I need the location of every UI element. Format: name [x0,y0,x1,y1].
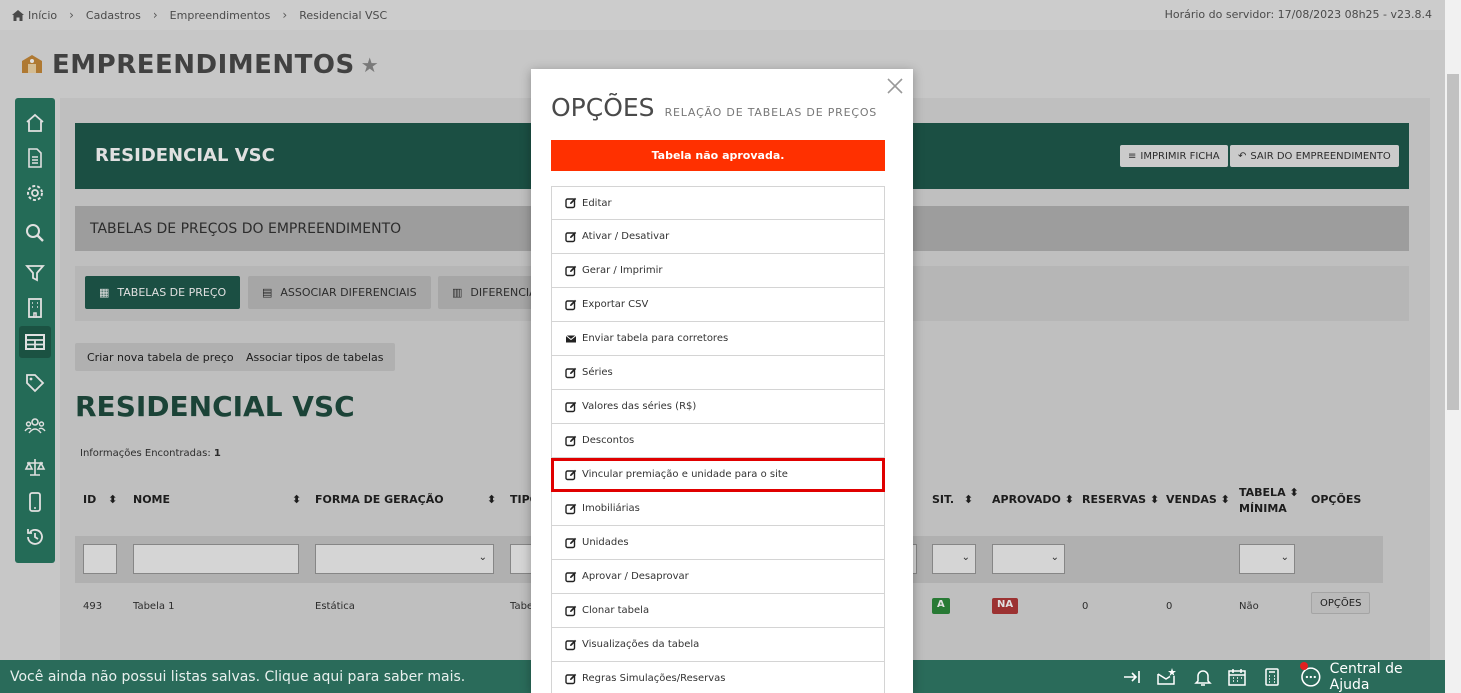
option-clone-table[interactable]: Clonar tabela [551,594,885,628]
option-real-estate-agencies[interactable]: Imobiliárias [551,492,885,526]
envelope-icon [565,334,577,342]
option-label: Visualizações da tabela [582,639,700,650]
edit-icon [565,231,577,242]
option-label: Exportar CSV [582,299,649,310]
mail-star-icon[interactable] [1156,667,1176,687]
help-center-label: Central de Ajuda [1329,660,1403,693]
modal-title-text: OPÇÕES [551,93,655,122]
scrollbar-thumb[interactable] [1447,74,1459,410]
calendar-icon[interactable] [1227,667,1247,687]
help-center-button[interactable]: Central de Ajuda [1300,660,1445,693]
option-approve-disapprove[interactable]: Aprovar / Desaprovar [551,560,885,594]
option-discounts[interactable]: Descontos [551,424,885,458]
option-label: Unidades [582,537,629,548]
option-generate-print[interactable]: Gerar / Imprimir [551,254,885,288]
edit-icon [565,435,577,446]
option-label: Gerar / Imprimir [582,265,663,276]
option-label: Imobiliárias [582,503,640,514]
modal-title: OPÇÕES RELAÇÃO DE TABELAS DE PREÇOS [551,93,877,122]
option-table-views[interactable]: Visualizações da tabela [551,628,885,662]
option-label: Aprovar / Desaprovar [582,571,689,582]
option-activate-deactivate[interactable]: Ativar / Desativar [551,220,885,254]
option-export-csv[interactable]: Exportar CSV [551,288,885,322]
edit-icon [565,299,577,310]
option-link-award-unit-site[interactable]: Vincular premiação e unidade para o site [551,458,885,492]
options-modal: OPÇÕES RELAÇÃO DE TABELAS DE PREÇOS Tabe… [531,69,913,693]
edit-icon [565,639,577,650]
edit-icon [565,401,577,412]
edit-icon [565,265,577,276]
modal-subtitle: RELAÇÃO DE TABELAS DE PREÇOS [664,106,878,119]
edit-icon [565,673,577,684]
edit-icon [565,537,577,548]
saved-lists-message[interactable]: Você ainda não possui listas salvas. Cli… [10,669,465,685]
collapse-right-icon[interactable] [1122,667,1142,687]
edit-icon [565,367,577,378]
option-label: Clonar tabela [582,605,650,616]
edit-icon [565,571,577,582]
option-label: Valores das séries (R$) [582,401,697,412]
option-label: Editar [582,197,612,209]
option-label: Séries [582,367,613,378]
page-scrollbar[interactable] [1445,0,1461,693]
not-approved-alert: Tabela não aprovada. [551,140,885,171]
option-simulation-reservation-rules[interactable]: Regras Simulações/Reservas [551,662,885,693]
edit-icon [565,197,577,209]
option-label: Regras Simulações/Reservas [582,673,726,684]
bell-icon[interactable] [1193,667,1213,687]
option-series[interactable]: Séries [551,356,885,390]
option-series-values[interactable]: Valores das séries (R$) [551,390,885,424]
calculator-icon[interactable] [1262,667,1282,687]
edit-icon [565,503,577,514]
edit-icon [565,469,577,480]
options-list: Editar Ativar / Desativar Gerar / Imprimir… [551,186,885,693]
edit-icon [565,605,577,616]
close-icon[interactable] [886,77,904,95]
option-send-to-brokers[interactable]: Enviar tabela para corretores [551,322,885,356]
option-label: Descontos [582,435,635,446]
option-label: Enviar tabela para corretores [582,333,729,344]
option-label: Ativar / Desativar [582,231,670,242]
option-label: Vincular premiação e unidade para o site [582,469,788,480]
option-edit[interactable]: Editar [551,186,885,220]
option-units[interactable]: Unidades [551,526,885,560]
notification-dot [1300,662,1308,670]
